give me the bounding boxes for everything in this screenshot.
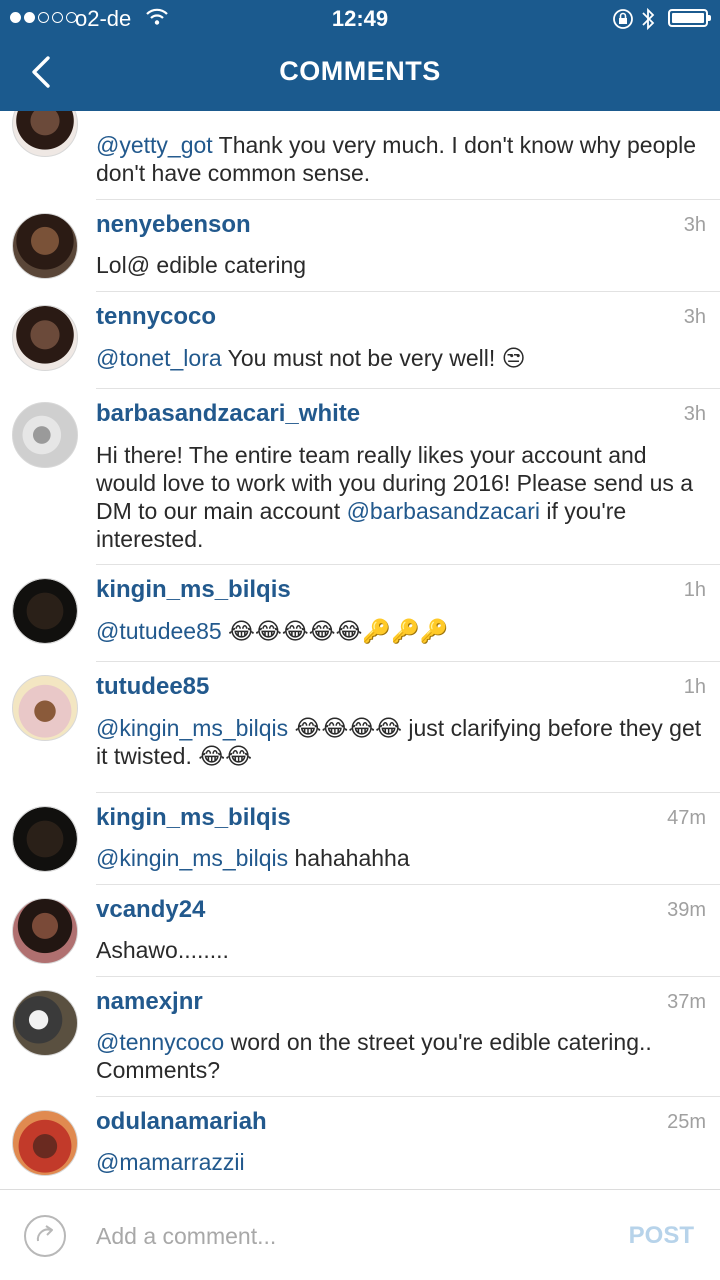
- comment-time: 3h: [683, 306, 706, 328]
- mention-link[interactable]: @tutudee85: [96, 618, 222, 644]
- comment-text: Lol@ edible catering: [96, 252, 307, 278]
- comment-item: kingin_ms_bilqis 1h @tutudee85 😂😂😂😂😂🔑🔑🔑: [0, 565, 720, 662]
- comment-username[interactable]: vcandy24: [96, 896, 205, 924]
- comment-item: namexjnr 37m @tennycoco word on the stre…: [0, 977, 720, 1097]
- comment-time: 3h: [683, 403, 706, 425]
- comment-item: nenyebenson 3h Lol@ edible catering: [0, 200, 720, 292]
- comment-time: 25m: [667, 1111, 706, 1133]
- post-button[interactable]: POST: [629, 1222, 694, 1250]
- mention-link[interactable]: @kingin_ms_bilqis: [96, 715, 288, 741]
- mention-link[interactable]: @kingin_ms_bilqis: [96, 845, 288, 871]
- comment-username[interactable]: tutudee85: [96, 673, 209, 701]
- comment-time: 47m: [667, 807, 706, 829]
- comment-text: @kingin_ms_bilqis 😂😂😂😂 just clarifying b…: [96, 715, 702, 769]
- comment-time: 1h: [683, 579, 706, 601]
- comment-text: @tonet_lora You must not be very well! 😒: [96, 345, 526, 371]
- comment-username[interactable]: namexjnr: [96, 988, 203, 1016]
- reply-icon[interactable]: [24, 1215, 66, 1257]
- battery-icon: [668, 9, 711, 27]
- user-avatar[interactable]: [12, 675, 78, 741]
- comment-time: 1h: [683, 676, 706, 698]
- comment-item: tutudee85 1h @kingin_ms_bilqis 😂😂😂😂 just…: [0, 662, 720, 793]
- navigation-header: o2-de 12:49 COMMENTS: [0, 0, 720, 111]
- user-avatar[interactable]: [12, 578, 78, 644]
- comment-username[interactable]: tennycoco: [96, 303, 216, 331]
- rotation-lock-icon: [612, 8, 634, 35]
- comment-text: @tutudee85 😂😂😂😂😂🔑🔑🔑: [96, 618, 449, 644]
- comment-username[interactable]: kingin_ms_bilqis: [96, 804, 291, 832]
- comment-item: @yetty_got Thank you very much. I don't …: [0, 111, 720, 200]
- user-avatar[interactable]: [12, 898, 78, 964]
- comment-list[interactable]: @yetty_got Thank you very much. I don't …: [0, 111, 720, 1189]
- comment-time: 39m: [667, 899, 706, 921]
- comment-text: @kingin_ms_bilqis hahahahha: [96, 845, 410, 871]
- comment-input[interactable]: [96, 1216, 596, 1256]
- user-avatar[interactable]: [12, 806, 78, 872]
- comment-username[interactable]: nenyebenson: [96, 211, 251, 239]
- comment-username[interactable]: odulanamariah: [96, 1108, 267, 1136]
- comment-username[interactable]: kingin_ms_bilqis: [96, 576, 291, 604]
- mention-link[interactable]: @tennycoco: [96, 1029, 224, 1055]
- user-avatar[interactable]: [12, 402, 78, 468]
- mention-link[interactable]: @mamarrazzii: [96, 1149, 245, 1175]
- comment-item: vcandy24 39m Ashawo........: [0, 885, 720, 977]
- comment-time: 3h: [683, 214, 706, 236]
- comment-item: barbasandzacari_white 3h Hi there! The e…: [0, 389, 720, 565]
- comment-composer: POST: [0, 1189, 720, 1280]
- user-avatar[interactable]: [12, 213, 78, 279]
- mention-link[interactable]: @barbasandzacari: [347, 498, 540, 524]
- comment-item: tennycoco 3h @tonet_lora You must not be…: [0, 292, 720, 389]
- comment-item: kingin_ms_bilqis 47m @kingin_ms_bilqis h…: [0, 793, 720, 885]
- comment-item: odulanamariah 25m @mamarrazzii: [0, 1097, 720, 1189]
- comment-text: @yetty_got Thank you very much. I don't …: [96, 132, 697, 186]
- comment-text: @mamarrazzii: [96, 1148, 706, 1176]
- status-bar: o2-de 12:49: [0, 0, 720, 38]
- comment-username[interactable]: barbasandzacari_white: [96, 400, 360, 428]
- comment-time: 37m: [667, 991, 706, 1013]
- user-avatar[interactable]: [12, 111, 78, 157]
- bluetooth-icon: [640, 6, 656, 37]
- page-title: COMMENTS: [279, 56, 441, 86]
- comment-text: Hi there! The entire team really likes y…: [96, 442, 694, 552]
- comment-text: Ashawo........: [96, 937, 229, 963]
- user-avatar[interactable]: [12, 1110, 78, 1176]
- mention-link[interactable]: @tonet_lora: [96, 345, 222, 371]
- user-avatar[interactable]: [12, 990, 78, 1056]
- comment-text: @tennycoco word on the street you're edi…: [96, 1029, 652, 1083]
- user-avatar[interactable]: [12, 305, 78, 371]
- mention-link[interactable]: @yetty_got: [96, 132, 213, 158]
